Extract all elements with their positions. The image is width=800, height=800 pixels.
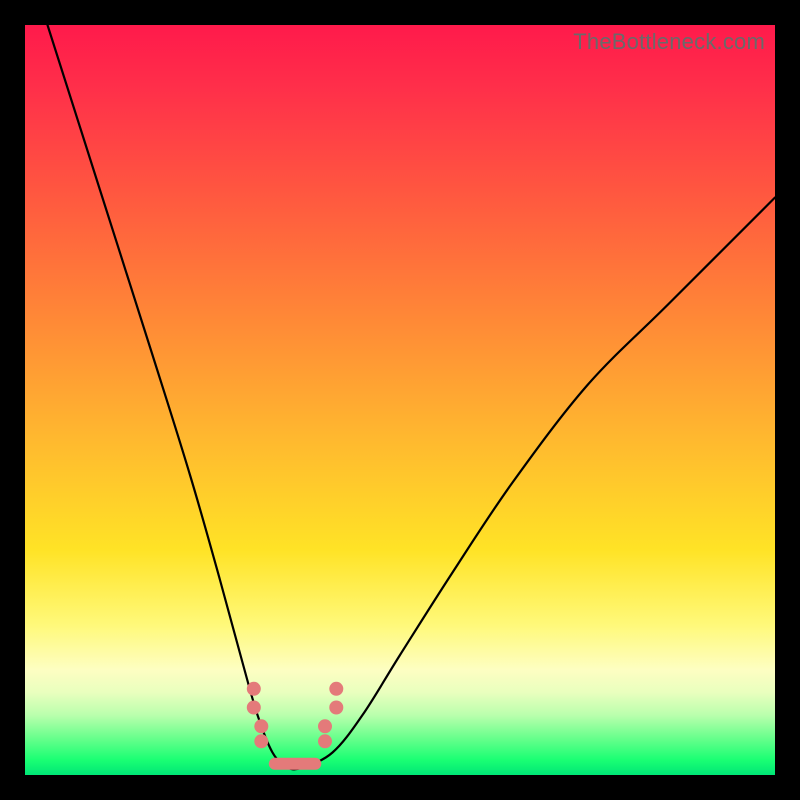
optimal-marker-dot-1-1 <box>254 734 268 748</box>
optimal-marker-dot-3-0 <box>329 682 343 696</box>
optimal-marker-dot-2-1 <box>318 734 332 748</box>
optimal-marker-dot-3-1 <box>329 701 343 715</box>
bottleneck-curve-svg <box>25 25 775 775</box>
chart-plot-area: TheBottleneck.com <box>25 25 775 775</box>
optimal-marker-dot-0-0 <box>247 682 261 696</box>
optimal-marker-dot-0-1 <box>247 701 261 715</box>
bottleneck-curve-path <box>48 25 776 769</box>
optimal-zone-pill <box>269 758 322 770</box>
optimal-marker-dot-2-0 <box>318 719 332 733</box>
optimal-marker-dot-1-0 <box>254 719 268 733</box>
